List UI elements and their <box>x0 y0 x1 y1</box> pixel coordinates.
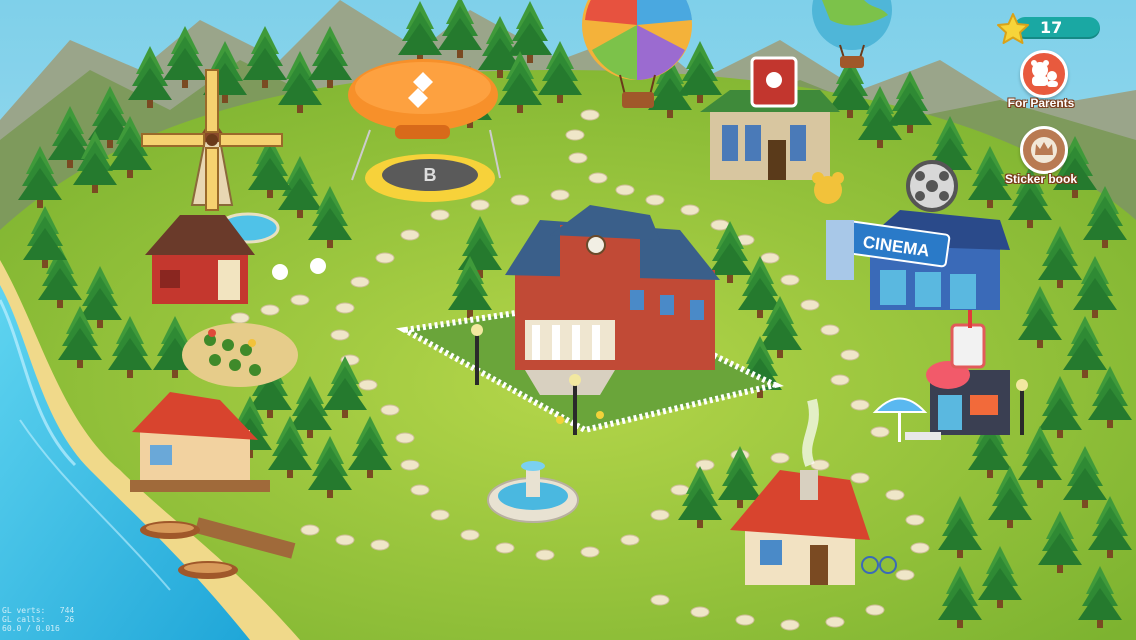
helipad-letter: B <box>424 165 437 185</box>
debug-verts: GL verts: 744 <box>2 606 75 615</box>
debug-calls: GL calls: 26 <box>2 615 75 624</box>
sticker-book-label: Sticker book <box>1004 172 1078 186</box>
star-icon <box>997 13 1029 44</box>
debug-stats: GL verts: 744 GL calls: 26 60.0 / 0.016 <box>2 606 74 633</box>
for-parents-label: For Parents <box>1007 96 1075 110</box>
star-count: 17 <box>1040 18 1063 37</box>
sticker-book-button[interactable]: Sticker book <box>1000 126 1080 200</box>
map-background: B CINEMA <box>0 0 1136 640</box>
game-map: B CINEMA 17 For Parents Sticker book GL … <box>0 0 1136 640</box>
for-parents-button[interactable]: For Parents <box>1000 50 1080 124</box>
parents-icon <box>1020 50 1068 98</box>
star-counter: 17 <box>996 12 1100 44</box>
crown-icon <box>1020 126 1068 174</box>
debug-fps: 60.0 / 0.016 <box>2 624 60 633</box>
